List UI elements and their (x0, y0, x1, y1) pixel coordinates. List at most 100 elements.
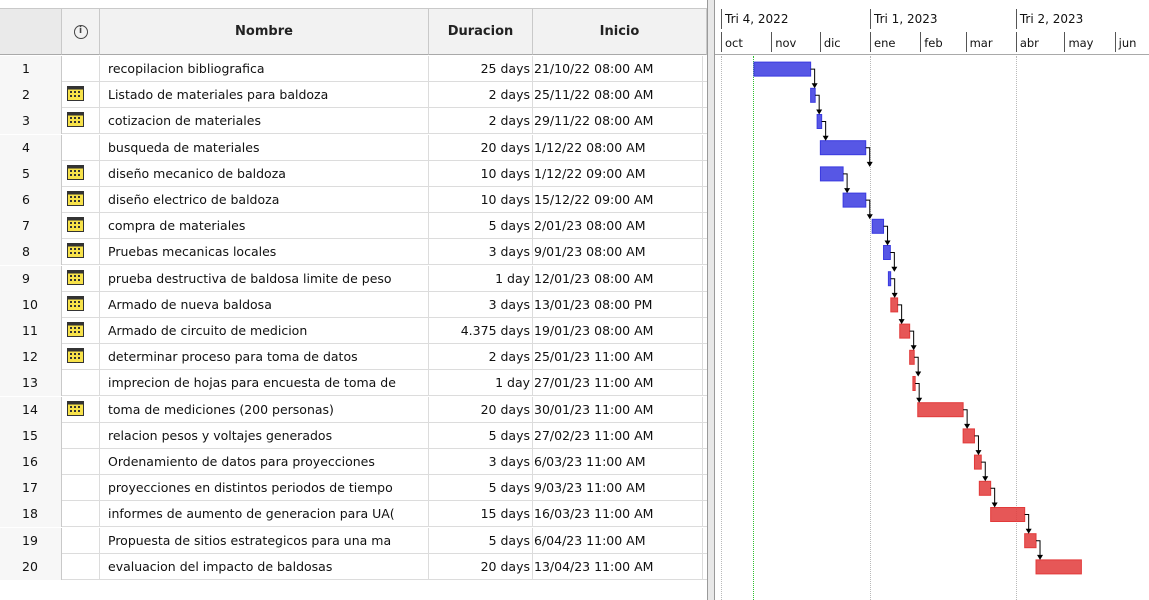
row-duration[interactable]: 5 days (429, 527, 533, 554)
table-row[interactable]: 4 busqueda de materiales 20 days 1/12/22 08… (0, 134, 707, 161)
row-start[interactable]: 15/12/22 09:00 AM (533, 187, 703, 213)
row-start[interactable]: 13/04/23 11:00 AM (533, 553, 703, 580)
row-name[interactable]: proyecciones en distintos periodos de ti… (100, 475, 429, 502)
row-duration[interactable]: 4.375 days (429, 318, 533, 344)
table-row[interactable]: 17 proyecciones en distintos periodos de … (0, 475, 707, 502)
row-id[interactable]: 12 (0, 344, 62, 371)
gantt-bar[interactable] (883, 245, 891, 260)
row-start[interactable]: 9/01/23 08:00 AM (533, 239, 703, 266)
row-duration[interactable]: 10 days (429, 187, 533, 213)
row-duration[interactable]: 3 days (429, 449, 533, 475)
row-id[interactable]: 8 (0, 239, 62, 266)
header-indicators[interactable]: i (62, 9, 100, 55)
row-id[interactable]: 13 (0, 370, 62, 397)
row-name[interactable]: Armado de nueva baldosa (100, 291, 429, 318)
row-duration[interactable]: 2 days (429, 82, 533, 109)
table-row[interactable]: 3 cotizacion de materiales 2 days 29/11/22 … (0, 108, 707, 135)
row-start[interactable]: 9/03/23 11:00 AM (533, 475, 703, 502)
table-row[interactable]: 20 evaluacion del impacto de baldosas 20 d… (0, 553, 707, 580)
row-id[interactable]: 20 (0, 553, 62, 580)
row-name[interactable]: cotizacion de materiales (100, 108, 429, 135)
row-start[interactable]: 21/10/22 08:00 AM (533, 56, 703, 82)
row-duration[interactable]: 25 days (429, 56, 533, 82)
row-name[interactable]: diseño mecanico de baldoza (100, 160, 429, 187)
gantt-bar[interactable] (1035, 559, 1082, 575)
row-start[interactable]: 6/04/23 11:00 AM (533, 527, 703, 554)
row-id[interactable]: 6 (0, 187, 62, 213)
row-name[interactable]: compra de materiales (100, 213, 429, 240)
row-id[interactable]: 2 (0, 82, 62, 109)
table-row[interactable]: 12 determinar proceso para toma de datos 2… (0, 344, 707, 371)
row-id[interactable]: 15 (0, 422, 62, 449)
table-row[interactable]: 18 informes de aumento de generacion para… (0, 501, 707, 528)
row-id[interactable]: 9 (0, 265, 62, 292)
table-row[interactable]: 5 diseño mecanico de baldoza 10 days 1/12/2… (0, 160, 707, 187)
table-row[interactable]: 13 imprecion de hojas para encuesta de to… (0, 370, 707, 397)
row-start[interactable]: 13/01/23 08:00 PM (533, 291, 703, 318)
row-duration[interactable]: 1 day (429, 370, 533, 397)
gantt-bar[interactable] (899, 323, 911, 339)
row-duration[interactable]: 2 days (429, 344, 533, 371)
table-row[interactable]: 6 diseño electrico de baldoza 10 days 15/12… (0, 187, 707, 213)
row-name[interactable]: Pruebas mecanicas locales (100, 239, 429, 266)
split-divider[interactable] (707, 0, 715, 600)
table-row[interactable]: 19 Propuesta de sitios estrategicos para … (0, 527, 707, 554)
row-duration[interactable]: 5 days (429, 475, 533, 502)
row-start[interactable]: 1/12/22 08:00 AM (533, 134, 703, 161)
row-name[interactable]: relacion pesos y voltajes generados (100, 422, 429, 449)
row-id[interactable]: 17 (0, 475, 62, 502)
gantt-bar[interactable] (973, 454, 982, 470)
row-name[interactable]: informes de aumento de generacion para U… (100, 501, 429, 528)
row-name[interactable]: evaluacion del impacto de baldosas (100, 553, 429, 580)
row-name[interactable]: Armado de circuito de medicion (100, 318, 429, 344)
row-duration[interactable]: 5 days (429, 422, 533, 449)
gantt-bar[interactable] (842, 192, 867, 208)
row-name[interactable]: imprecion de hojas para encuesta de toma… (100, 370, 429, 397)
row-name[interactable]: prueba destructiva de baldosa limite de … (100, 265, 429, 292)
row-start[interactable]: 1/12/22 09:00 AM (533, 160, 703, 187)
row-duration[interactable]: 3 days (429, 239, 533, 266)
row-start[interactable]: 30/01/23 11:00 AM (533, 396, 703, 423)
row-start[interactable]: 29/11/22 08:00 AM (533, 108, 703, 135)
table-row[interactable]: 2 Listado de materiales para baldoza 2 day… (0, 82, 707, 109)
gantt-bar[interactable] (917, 402, 964, 418)
row-start[interactable]: 12/01/23 08:00 AM (533, 265, 703, 292)
row-id[interactable]: 1 (0, 56, 62, 82)
row-start[interactable]: 25/01/23 11:00 AM (533, 344, 703, 371)
row-duration[interactable]: 3 days (429, 291, 533, 318)
table-row[interactable]: 11 Armado de circuito de medicion 4.375 da… (0, 318, 707, 344)
gantt-bar[interactable] (753, 61, 812, 77)
row-duration[interactable]: 20 days (429, 134, 533, 161)
row-duration[interactable]: 20 days (429, 396, 533, 423)
row-name[interactable]: Propuesta de sitios estrategicos para un… (100, 527, 429, 554)
table-row[interactable]: 15 relacion pesos y voltajes generados 5 d… (0, 422, 707, 449)
row-id[interactable]: 4 (0, 134, 62, 161)
table-row[interactable]: 1 recopilacion bibliografica 25 days 21/10/… (0, 56, 707, 82)
row-start[interactable]: 6/03/23 11:00 AM (533, 449, 703, 475)
row-name[interactable]: recopilacion bibliografica (100, 56, 429, 82)
row-name[interactable]: determinar proceso para toma de datos (100, 344, 429, 371)
header-id[interactable] (0, 9, 62, 55)
table-row[interactable]: 7 compra de materiales 5 days 2/01/23 08:00… (0, 213, 707, 240)
row-id[interactable]: 3 (0, 108, 62, 135)
gantt-bar[interactable] (810, 87, 816, 103)
row-id[interactable]: 11 (0, 318, 62, 344)
row-name[interactable]: diseño electrico de baldoza (100, 187, 429, 213)
row-name[interactable]: Ordenamiento de datos para proyecciones (100, 449, 429, 475)
row-duration[interactable]: 1 day (429, 265, 533, 292)
gantt-bar[interactable] (990, 507, 1026, 522)
row-start[interactable]: 2/01/23 08:00 AM (533, 213, 703, 240)
row-id[interactable]: 7 (0, 213, 62, 240)
header-duration[interactable]: Duracion (429, 9, 533, 55)
row-duration[interactable]: 10 days (429, 160, 533, 187)
gantt-bar[interactable] (819, 140, 867, 156)
gantt-bar[interactable] (819, 166, 844, 182)
row-duration[interactable]: 15 days (429, 501, 533, 528)
header-start[interactable]: Inicio (533, 9, 707, 55)
row-name[interactable]: Listado de materiales para baldoza (100, 82, 429, 109)
row-duration[interactable]: 20 days (429, 553, 533, 580)
table-row[interactable]: 16 Ordenamiento de datos para proyeccione… (0, 449, 707, 475)
row-id[interactable]: 14 (0, 396, 62, 423)
row-start[interactable]: 27/02/23 11:00 AM (533, 422, 703, 449)
row-id[interactable]: 10 (0, 291, 62, 318)
